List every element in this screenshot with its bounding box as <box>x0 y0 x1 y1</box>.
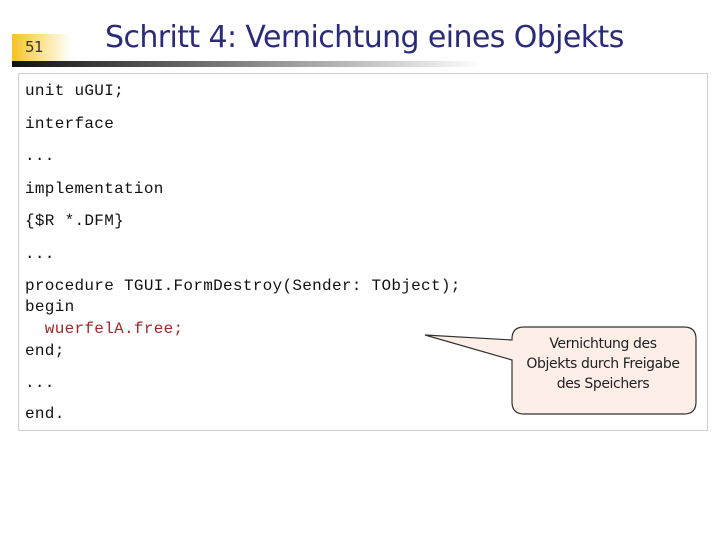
callout-line: Objekts durch Freigabe <box>526 356 680 372</box>
callout-bubble <box>424 326 697 415</box>
callout-line: des Speichers <box>556 376 650 392</box>
callout-line: Vernichtung des <box>549 336 657 352</box>
callout-text: Vernichtung des Objekts durch Freigabe d… <box>513 334 693 394</box>
